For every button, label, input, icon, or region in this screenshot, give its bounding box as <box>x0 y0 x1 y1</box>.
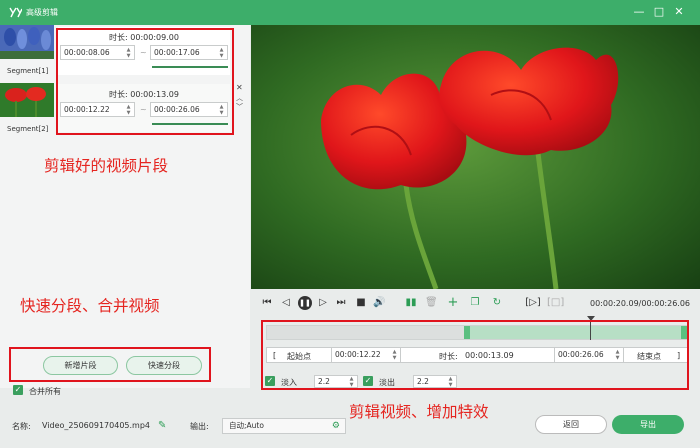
annotation-split-merge: 快速分段、合并视频 <box>20 297 160 315</box>
app-logo-icon <box>9 7 22 18</box>
stop-icon[interactable]: ■ <box>355 297 367 309</box>
add-segment-button[interactable]: 新增片段 <box>43 356 118 375</box>
merge-all-checkbox[interactable]: ✓ <box>13 385 23 395</box>
annotation-box-segments <box>56 28 234 135</box>
merge-all-label: 合并所有 <box>29 387 61 396</box>
delete-icon[interactable]: 🗑 <box>425 297 438 309</box>
close-icon[interactable]: ✕ <box>671 5 687 19</box>
move-down-icon[interactable]: ﹀ <box>236 102 243 112</box>
segment-thumbnail <box>0 83 54 117</box>
title-bar: 高级剪辑 — □ ✕ <box>0 0 700 25</box>
minimize-icon[interactable]: — <box>631 5 647 19</box>
mark-in-icon[interactable]: [▷] <box>525 297 541 309</box>
annotation-box-editing <box>261 320 689 390</box>
pause-button[interactable]: ❚❚ <box>298 296 312 310</box>
segment-name: Segment[2] <box>7 125 49 133</box>
previous-frame-icon[interactable]: ◁ <box>280 297 292 309</box>
segment-name: Segment[1] <box>7 67 49 75</box>
volume-icon[interactable]: 🔊 <box>373 297 385 309</box>
quick-split-button[interactable]: 快速分段 <box>126 356 202 375</box>
output-label: 输出: <box>190 422 209 431</box>
bottom-bar: 名称: Video_250609170405.mp4 ✎ 输出: 自动;Auto… <box>0 410 700 448</box>
copy-icon[interactable]: ❐ <box>469 297 481 309</box>
name-label: 名称: <box>12 422 31 431</box>
output-select[interactable]: 自动;Auto ⚙ <box>222 418 346 434</box>
gear-icon[interactable]: ⚙ <box>332 419 340 433</box>
export-button[interactable]: 导出 <box>612 415 684 434</box>
video-preview <box>251 25 700 289</box>
annotation-clips: 剪辑好的视频片段 <box>44 157 169 175</box>
segments-panel: Segment[1] 时长: 00:00:09.00 00:00:08.06 ▲… <box>0 25 250 396</box>
go-to-end-icon[interactable]: ⏭ <box>335 297 347 309</box>
file-name: Video_250609170405.mp4 <box>42 421 150 430</box>
remove-segment-icon[interactable]: ✕ <box>236 83 243 92</box>
next-frame-icon[interactable]: ▷ <box>317 297 329 309</box>
return-button[interactable]: 返回 <box>535 415 607 434</box>
reset-icon[interactable]: ↻ <box>491 297 503 309</box>
playback-time: 00:00:20.09/00:00:26.06 <box>590 299 690 308</box>
maximize-icon[interactable]: □ <box>651 5 667 19</box>
add-icon[interactable]: + <box>447 296 459 309</box>
mark-out-icon[interactable]: [□] <box>547 297 564 309</box>
edit-name-icon[interactable]: ✎ <box>158 420 166 431</box>
split-icon[interactable]: ▮▮ <box>404 297 418 309</box>
go-to-start-icon[interactable]: ⏮ <box>261 297 273 309</box>
window-title: 高级剪辑 <box>26 8 58 17</box>
segment-thumbnail <box>0 25 54 59</box>
